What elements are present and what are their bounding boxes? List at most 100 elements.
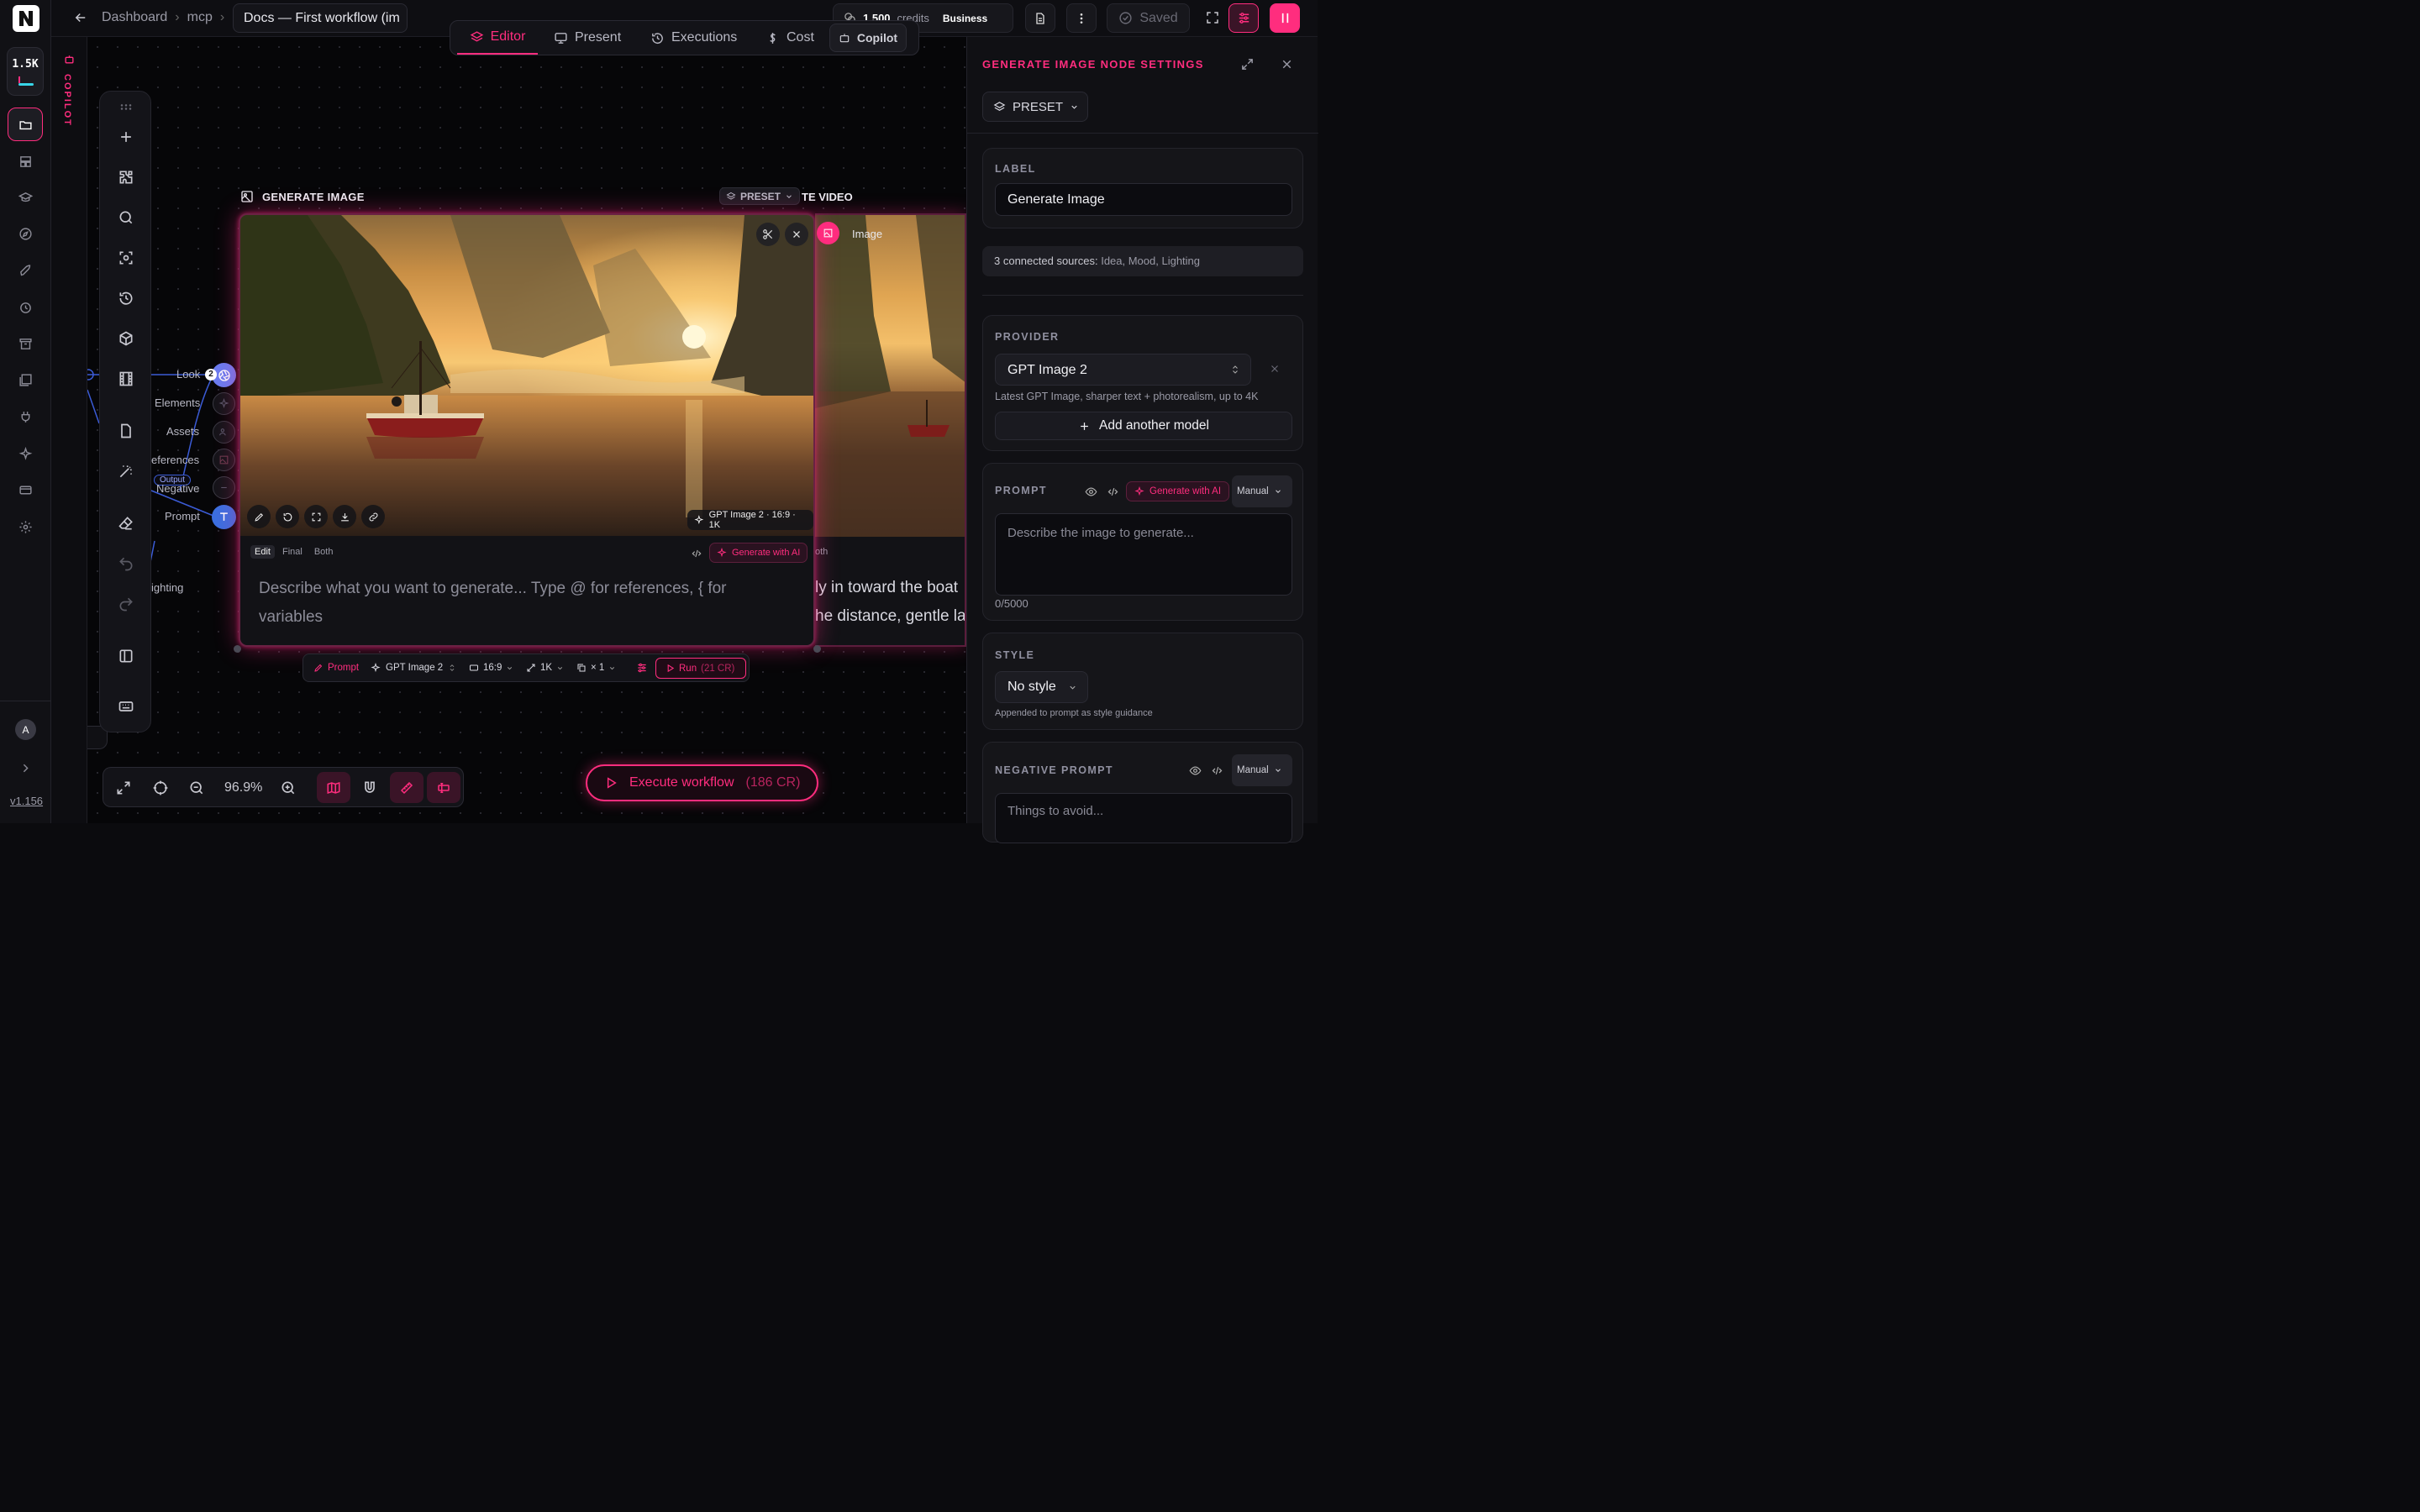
second-node-edit-tab[interactable]: oth: [815, 547, 828, 557]
tab-present[interactable]: Present: [554, 21, 621, 55]
negative-code-icon[interactable]: [1211, 764, 1223, 781]
fullscreen-icon[interactable]: [1205, 10, 1220, 29]
settings-panel-toggle[interactable]: [1228, 3, 1259, 33]
negative-preview-icon[interactable]: [1189, 764, 1202, 781]
input-port-elements[interactable]: [213, 392, 235, 415]
document-button[interactable]: [1025, 3, 1055, 33]
zoom-level[interactable]: 96.9%: [224, 780, 262, 795]
provider-select[interactable]: GPT Image 2: [995, 354, 1251, 386]
fit-view-icon[interactable]: [115, 780, 132, 801]
plug-icon[interactable]: [15, 407, 35, 427]
puzzle-icon[interactable]: [116, 167, 136, 187]
copilot-strip[interactable]: COPILOT: [51, 37, 87, 823]
add-model-button[interactable]: Add another model: [995, 412, 1292, 440]
input-port-prompt[interactable]: [212, 505, 236, 529]
label-input[interactable]: Generate Image: [995, 183, 1292, 216]
style-select[interactable]: No style: [995, 671, 1088, 703]
node-header[interactable]: GENERATE IMAGE: [240, 190, 365, 203]
graduation-icon[interactable]: [15, 187, 35, 207]
history-icon[interactable]: [15, 297, 35, 318]
tab-final[interactable]: Final: [278, 545, 307, 559]
tab-copilot[interactable]: Copilot: [829, 24, 907, 52]
tab-executions[interactable]: Executions: [650, 21, 737, 55]
toolbar-ratio-select[interactable]: 16:9: [469, 663, 513, 673]
scan-icon[interactable]: [116, 248, 136, 268]
zoom-out-icon[interactable]: [188, 780, 205, 801]
second-node[interactable]: Image oth ly in toward the boat he dista…: [815, 213, 966, 647]
ruler-toggle[interactable]: [390, 772, 424, 803]
film-icon[interactable]: [116, 369, 136, 389]
link-image-button[interactable]: [361, 505, 385, 528]
eraser-icon[interactable]: [116, 513, 136, 533]
execute-workflow-button[interactable]: Execute workflow (186 CR): [586, 764, 818, 801]
avatar[interactable]: A: [15, 719, 36, 740]
prompt-mode-select[interactable]: Manual: [1232, 475, 1292, 507]
panel-preset-button[interactable]: PRESET: [982, 92, 1088, 122]
edit-image-button[interactable]: [247, 505, 271, 528]
gear-icon[interactable]: [15, 517, 35, 537]
node-prompt-input[interactable]: Describe what you want to generate... Ty…: [259, 575, 797, 632]
compass-icon[interactable]: [15, 223, 35, 244]
tab-editor[interactable]: Editor: [457, 21, 538, 55]
guides-toggle[interactable]: [427, 772, 460, 803]
drag-handle-icon[interactable]: [116, 97, 136, 117]
crosshair-icon[interactable]: [152, 780, 169, 801]
close-panel-icon[interactable]: [1280, 57, 1294, 76]
input-port-assets[interactable]: [213, 421, 235, 444]
tab-cost[interactable]: Cost: [765, 21, 814, 55]
breadcrumb-mcp[interactable]: mcp: [187, 10, 213, 25]
input-port-references[interactable]: [213, 449, 235, 471]
file-icon[interactable]: [116, 421, 136, 441]
toolbar-model-select[interactable]: GPT Image 2: [371, 663, 456, 673]
plus-icon[interactable]: [116, 127, 136, 147]
tab-both[interactable]: Both: [310, 545, 338, 559]
layout-icon[interactable]: [15, 151, 35, 171]
breadcrumb-dashboard[interactable]: Dashboard: [102, 10, 167, 25]
app-logo[interactable]: [13, 5, 39, 32]
toolbar-prompt[interactable]: Prompt: [313, 663, 359, 673]
prompt-textarea[interactable]: Describe the image to generate...: [995, 513, 1292, 596]
toolbar-settings[interactable]: [636, 662, 648, 676]
magic-wand-icon[interactable]: [116, 461, 136, 481]
node-generate-ai-button[interactable]: Generate with AI: [709, 543, 808, 563]
snap-toggle[interactable]: [361, 780, 378, 801]
more-menu-button[interactable]: [1066, 3, 1097, 33]
code-toggle-icon[interactable]: [691, 548, 702, 564]
toolbar-count-select[interactable]: × 1: [576, 663, 616, 673]
toolbar-res-select[interactable]: 1K: [526, 663, 564, 673]
regenerate-button[interactable]: [276, 505, 299, 528]
node-preset-button[interactable]: PRESET: [719, 187, 800, 205]
expand-image-button[interactable]: [304, 505, 328, 528]
prompt-code-icon[interactable]: [1107, 486, 1119, 502]
resize-handle-left[interactable]: [234, 645, 241, 653]
credits-widget[interactable]: 1.5K: [7, 47, 44, 96]
image-scissors-button[interactable]: [756, 223, 780, 246]
second-node-image-chip[interactable]: [817, 222, 839, 244]
tab-edit[interactable]: Edit: [250, 545, 275, 559]
history-icon[interactable]: [116, 288, 136, 308]
undo-icon[interactable]: [116, 554, 136, 574]
back-arrow-icon[interactable]: [73, 10, 88, 29]
download-image-button[interactable]: [333, 505, 356, 528]
doc-title-input[interactable]: Docs — First workflow (im: [233, 3, 408, 33]
negative-prompt-textarea[interactable]: Things to avoid...: [995, 793, 1292, 843]
cube-icon[interactable]: [116, 328, 136, 349]
panels-button[interactable]: [1270, 3, 1300, 33]
expand-panel-icon[interactable]: [1240, 57, 1255, 76]
prompt-preview-icon[interactable]: [1085, 486, 1097, 502]
rocket-icon[interactable]: [15, 260, 35, 281]
chevron-right-icon[interactable]: [15, 758, 35, 778]
app-version[interactable]: v1.156: [10, 795, 43, 807]
keyboard-icon[interactable]: [116, 696, 136, 717]
sidebar-toggle-icon[interactable]: [116, 646, 136, 666]
remove-provider-icon[interactable]: [1269, 363, 1281, 379]
minimap-toggle[interactable]: [317, 772, 350, 803]
redo-icon[interactable]: [116, 594, 136, 614]
gallery-icon[interactable]: [15, 370, 35, 390]
sparkles-icon[interactable]: [15, 444, 35, 464]
archive-icon[interactable]: [15, 333, 35, 354]
zoom-in-icon[interactable]: [280, 780, 297, 801]
resize-handle-right[interactable]: [813, 645, 821, 653]
search-icon[interactable]: [116, 207, 136, 228]
negative-mode-select[interactable]: Manual: [1232, 754, 1292, 786]
